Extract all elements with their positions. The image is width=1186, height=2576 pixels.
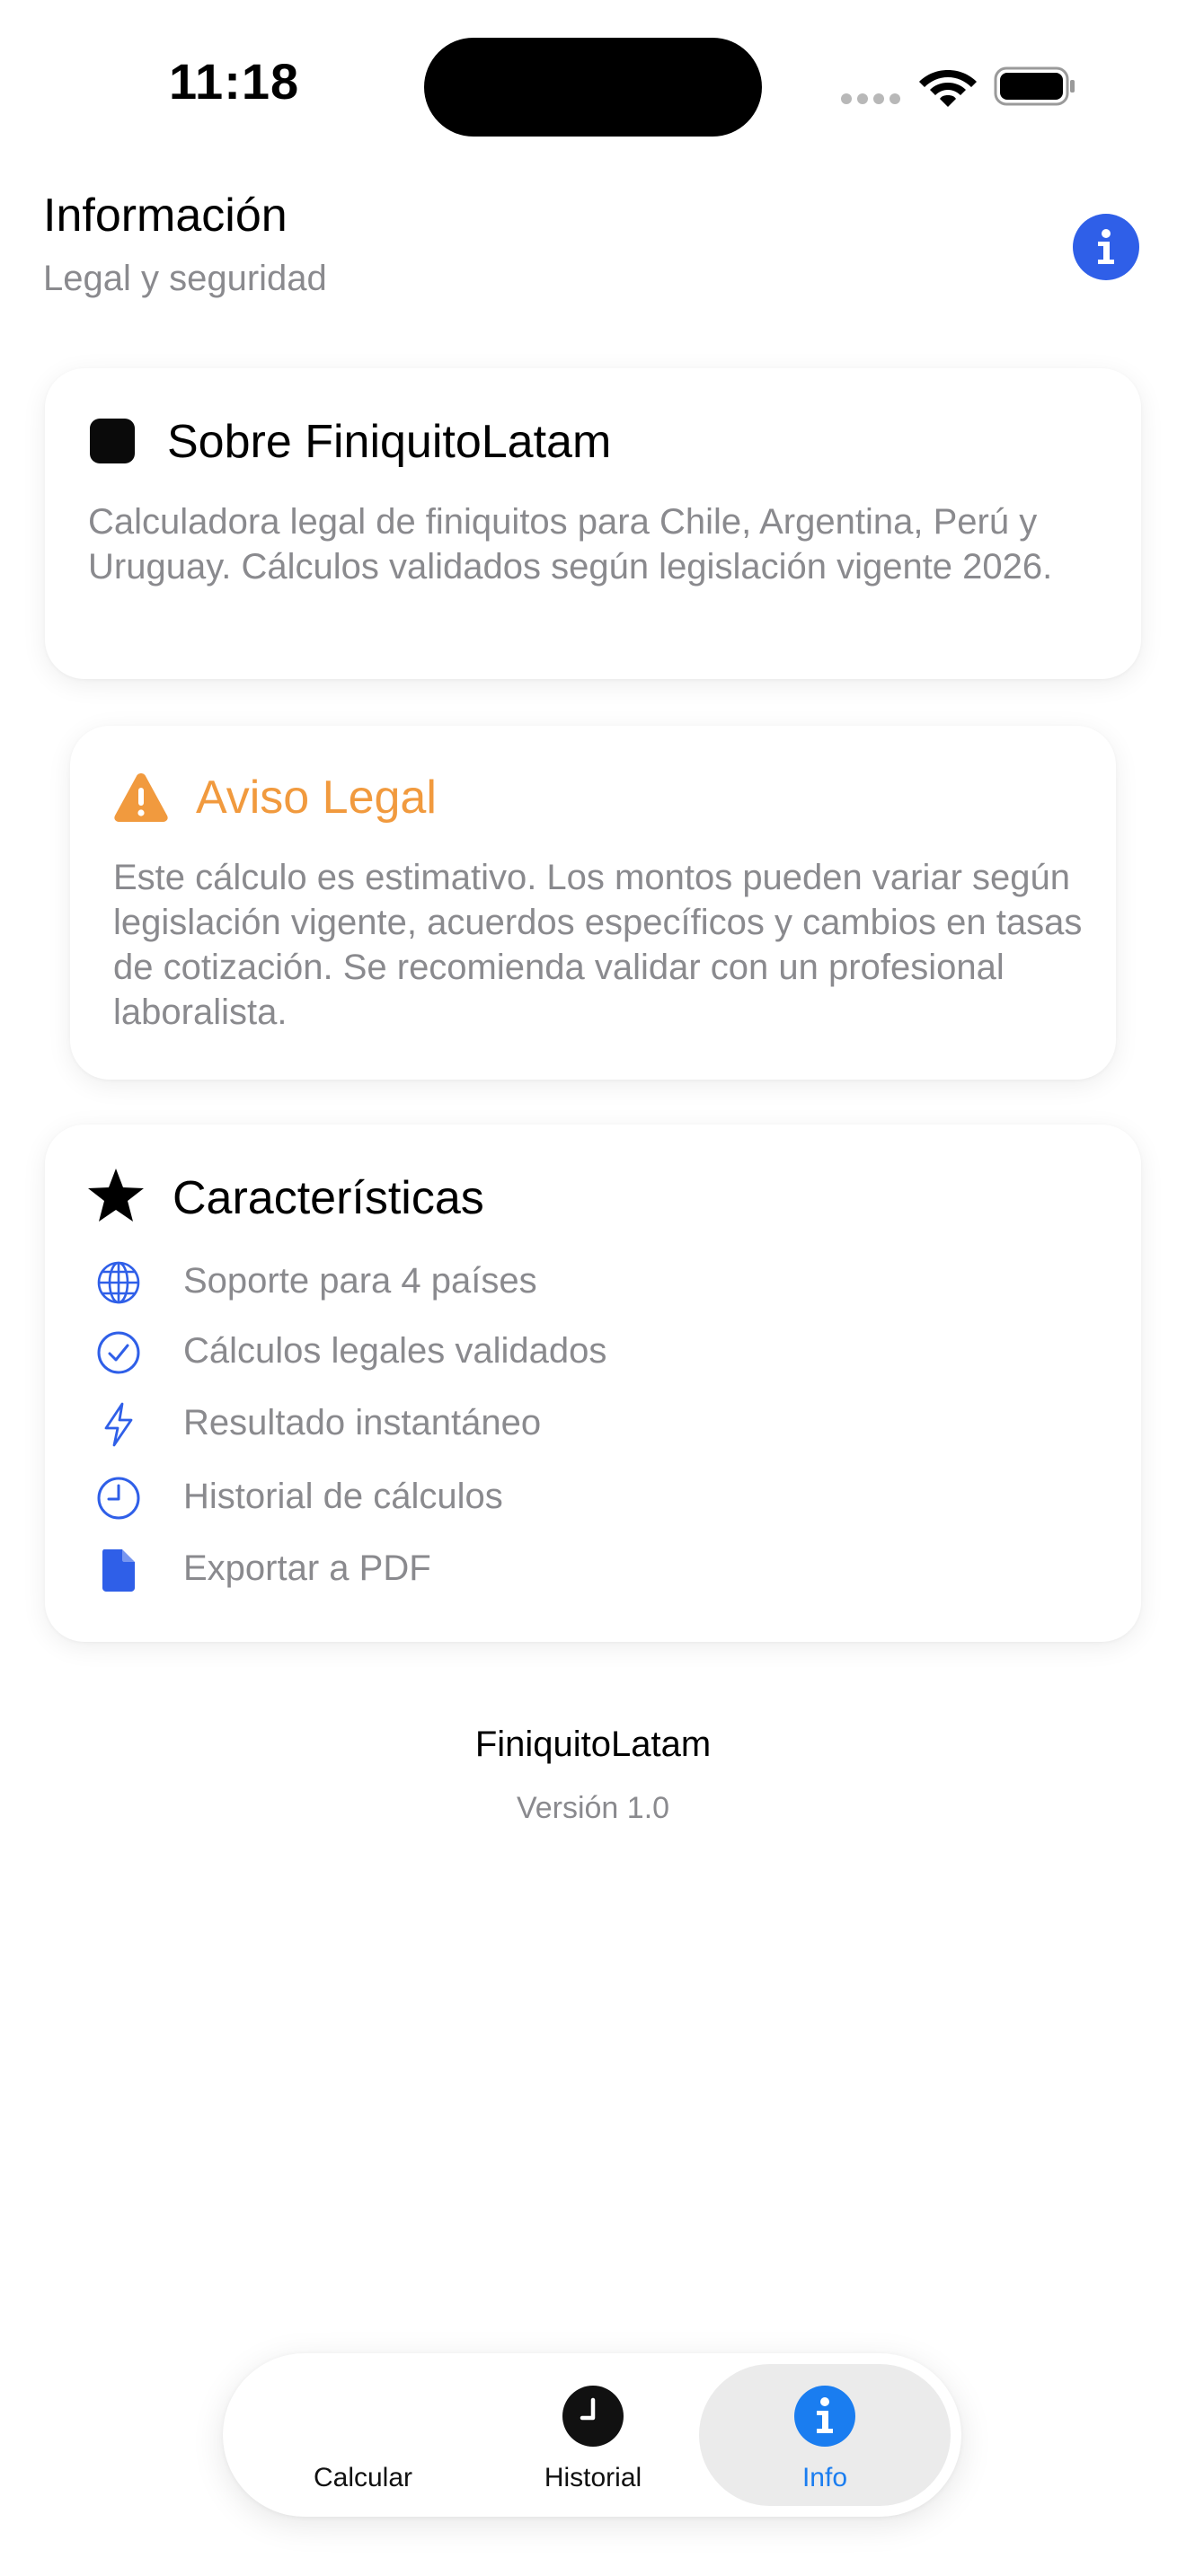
globe-icon [97,1261,140,1304]
footer-app-name: FiniquitoLatam [474,1725,712,1764]
tab-info[interactable]: Info [699,2364,951,2506]
status-time: 11:18 [169,53,300,110]
info-button[interactable] [1073,214,1139,280]
list-item: Exportar a PDF [45,1543,1141,1597]
feature-label: Soporte para 4 países [183,1261,537,1301]
wifi-icon [919,70,977,107]
page-title: Información [43,190,288,242]
feature-label: Historial de cálculos [183,1477,503,1516]
tab-label: Info [801,2463,848,2492]
tab-bar: Calcular Historial Info [223,2353,961,2517]
square-app-icon [90,419,135,463]
info-circle-icon [1098,229,1114,264]
list-item: Cálculos legales validados [45,1326,1141,1380]
feature-label: Cálculos legales validados [183,1331,607,1371]
about-card: Sobre FiniquitoLatam Calculadora legal d… [45,368,1141,679]
feature-label: Resultado instantáneo [183,1403,542,1442]
about-description: Calculadora legal de finiquitos para Chi… [88,502,1053,587]
list-item: Soporte para 4 países [45,1256,1141,1310]
star-icon [88,1169,144,1222]
tab-label: Historial [544,2463,642,2492]
footer-version: Versión 1.0 [516,1791,670,1825]
info-circle-icon [794,2386,855,2447]
features-title: Características [173,1172,484,1224]
list-item: Resultado instantáneo [45,1398,1141,1451]
about-title: Sobre FiniquitoLatam [167,416,612,468]
legal-description: Este cálculo es estimativo. Los montos p… [113,858,1083,1032]
cellular-signal-icon [841,93,900,104]
feature-label: Exportar a PDF [183,1548,431,1588]
features-card: Características Soporte para 4 países Cá… [45,1125,1141,1642]
clock-icon [562,2386,624,2447]
checkmark-circle-icon [97,1331,140,1374]
bolt-icon [104,1402,133,1447]
clock-icon [97,1477,140,1520]
tab-label: Calcular [313,2463,413,2492]
battery-icon [994,66,1075,106]
dynamic-island [424,38,762,137]
legal-title: Aviso Legal [196,772,437,824]
warning-triangle-icon [114,773,168,822]
tab-calcular[interactable]: Calcular [237,2364,489,2506]
list-item: Historial de cálculos [45,1471,1141,1525]
legal-notice-card: Aviso Legal Este cálculo es estimativo. … [70,726,1116,1080]
tab-historial[interactable]: Historial [467,2364,719,2506]
page-subtitle: Legal y seguridad [43,259,327,298]
document-icon [102,1549,135,1592]
